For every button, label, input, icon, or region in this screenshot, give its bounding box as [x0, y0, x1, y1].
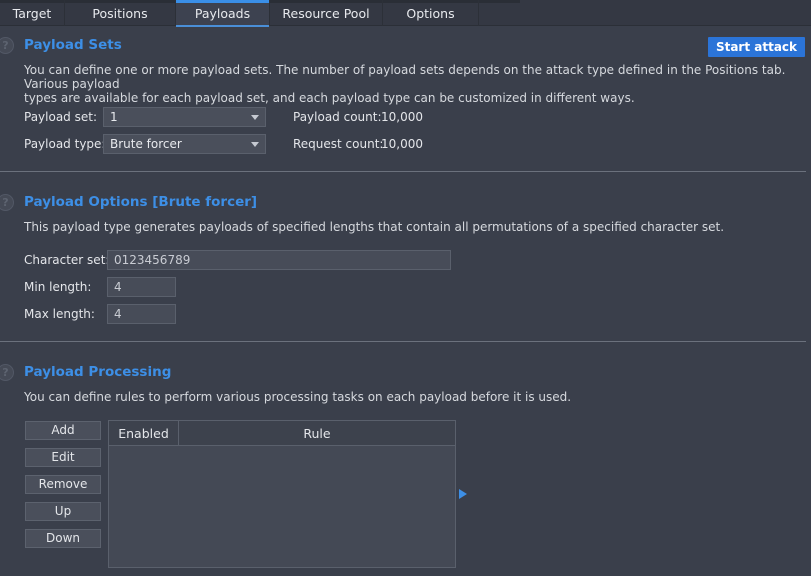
- request-count-label: Request count:: [293, 137, 384, 151]
- processing-rules-table[interactable]: Enabled Rule: [108, 420, 456, 568]
- column-header-enabled[interactable]: Enabled: [109, 421, 179, 446]
- down-button[interactable]: Down: [25, 529, 101, 548]
- chevron-down-icon: [251, 115, 259, 120]
- character-set-input[interactable]: 0123456789: [107, 250, 451, 270]
- max-length-label: Max length:: [24, 307, 95, 321]
- payload-processing-description: You can define rules to perform various …: [24, 390, 572, 404]
- character-set-label: Character set:: [24, 253, 110, 267]
- tab-target[interactable]: Target: [0, 0, 65, 26]
- add-button[interactable]: Add: [25, 421, 101, 440]
- tab-positions[interactable]: Positions: [65, 0, 176, 26]
- start-attack-button[interactable]: Start attack: [708, 37, 805, 57]
- payload-count-label: Payload count:: [293, 110, 382, 124]
- payload-sets-description-line2: types are available for each payload set…: [24, 91, 635, 105]
- help-icon[interactable]: ?: [0, 364, 14, 381]
- payload-type-select[interactable]: Brute forcer: [103, 134, 266, 154]
- section-divider: [0, 171, 806, 172]
- payload-type-label: Payload type:: [24, 137, 106, 151]
- payload-processing-title: Payload Processing: [24, 364, 172, 380]
- section-divider: [0, 341, 806, 342]
- payload-options-description: This payload type generates payloads of …: [24, 220, 725, 234]
- column-header-rule[interactable]: Rule: [179, 421, 455, 446]
- payload-sets-description-line1: You can define one or more payload sets.…: [24, 63, 786, 91]
- payload-count-value: 10,000: [381, 110, 423, 124]
- payload-type-value: Brute forcer: [110, 137, 182, 151]
- tab-payloads[interactable]: Payloads: [176, 0, 270, 27]
- payload-sets-description: You can define one or more payload sets.…: [24, 63, 809, 105]
- help-icon[interactable]: ?: [0, 37, 14, 54]
- edit-button[interactable]: Edit: [25, 448, 101, 467]
- up-button[interactable]: Up: [25, 502, 101, 521]
- payload-set-select[interactable]: 1: [103, 107, 266, 127]
- expand-arrow-icon[interactable]: [459, 489, 467, 499]
- help-icon[interactable]: ?: [0, 194, 14, 211]
- payload-set-value: 1: [110, 110, 118, 124]
- payload-set-label: Payload set:: [24, 110, 97, 124]
- payload-sets-title: Payload Sets: [24, 37, 122, 53]
- request-count-value: 10,000: [381, 137, 423, 151]
- tab-options[interactable]: Options: [383, 0, 479, 26]
- remove-button[interactable]: Remove: [25, 475, 101, 494]
- min-length-label: Min length:: [24, 280, 92, 294]
- payload-options-title: Payload Options [Brute forcer]: [24, 194, 258, 210]
- min-length-input[interactable]: 4: [107, 277, 176, 297]
- chevron-down-icon: [251, 142, 259, 147]
- tab-resource-pool[interactable]: Resource Pool: [270, 0, 383, 26]
- table-header: Enabled Rule: [109, 421, 455, 446]
- tab-bar: Target Positions Payloads Resource Pool …: [0, 0, 811, 27]
- max-length-input[interactable]: 4: [107, 304, 176, 324]
